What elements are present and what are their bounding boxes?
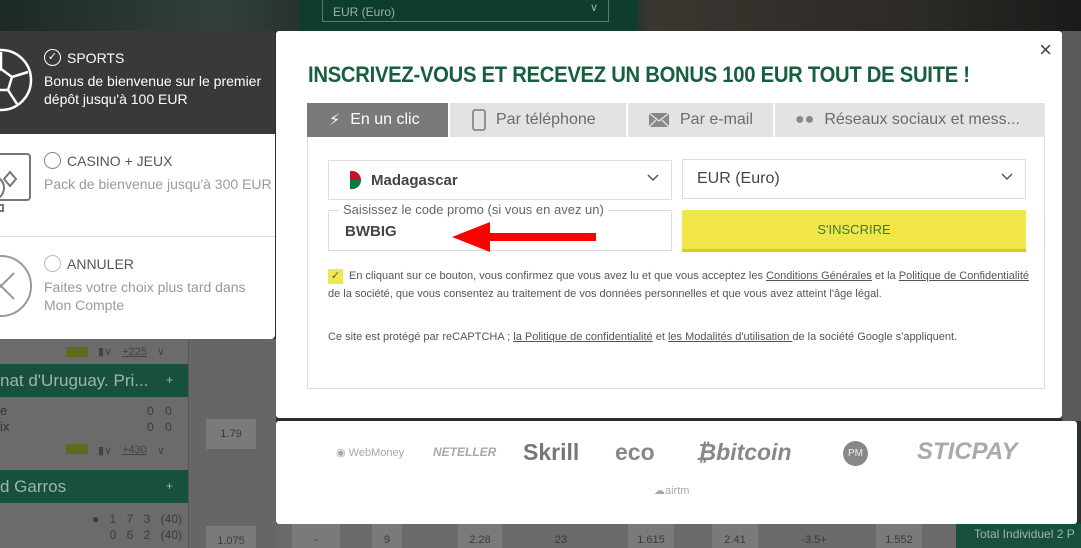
league-name: nat d'Uruguay. Pri...: [0, 371, 149, 390]
option-title: ANNULER: [67, 255, 134, 272]
background-odds-column: 1.79 1.075: [188, 339, 276, 548]
users-icon: ●●: [795, 111, 815, 128]
bitcoin-logo: ₿bitcoin: [696, 439, 792, 465]
add-icon[interactable]: +: [166, 373, 173, 387]
currency-value: EUR (Euro): [333, 5, 396, 19]
odd-cell[interactable]: 2.28: [458, 524, 502, 548]
chevron-down-icon: ∨: [589, 2, 598, 14]
payment-methods: ◉ WebMoney NETELLER Skrill eco ₿bitcoin …: [276, 421, 1077, 524]
option-title: CASINO + JEUX: [67, 152, 173, 169]
tab-one-click[interactable]: ⚡︎ En un clic: [307, 103, 448, 137]
team-1: e: [0, 403, 8, 418]
currency-value: EUR (Euro): [697, 170, 780, 187]
tab-social[interactable]: ●● Réseaux sociaux et mess...: [775, 103, 1045, 137]
registration-form: Madagascar EUR (Euro) Saisissez le code …: [307, 137, 1045, 389]
odd-cell[interactable]: 23: [536, 524, 586, 548]
background-odds-row: - 9 2.28 23 1.615 2.41 -3.5+ 1.552: [276, 524, 956, 548]
event-score: 0 00 0: [147, 404, 172, 434]
bonus-option-casino[interactable]: CASINO + JEUX Pack de bienvenue jusqu'à …: [0, 134, 275, 237]
tab-label: Par e-mail: [680, 111, 753, 128]
tennis-score: ● 1 7 3 (40) 0 6 2 (40): [91, 512, 182, 542]
close-icon[interactable]: ×: [1039, 37, 1052, 63]
airtm-logo: ☁airtm: [654, 485, 690, 497]
background-right-strip: [1062, 31, 1081, 421]
google-terms-link[interactable]: les Modalités d'utilisation: [668, 331, 792, 343]
bonus-option-sports[interactable]: ✓ SPORTS Bonus de bienvenue sur le premie…: [0, 31, 275, 134]
event-tools: ▮∨ +430 ∨: [66, 444, 165, 457]
privacy-policy-link[interactable]: Politique de Confidentialité: [899, 270, 1029, 282]
odd-cell[interactable]: 2.41: [712, 524, 758, 548]
country-value: Madagascar: [371, 171, 458, 189]
terms-text: ✓ En cliquant sur ce bouton, vous confirm…: [328, 268, 1029, 300]
stats-icon[interactable]: ▮∨: [98, 444, 112, 457]
odd-cell[interactable]: 9: [372, 524, 402, 548]
tab-label: Réseaux sociaux et mess...: [824, 111, 1020, 128]
skrill-logo: Skrill: [523, 439, 580, 465]
chevron-down-icon[interactable]: ∨: [157, 444, 165, 457]
odd-button[interactable]: 1.79: [206, 419, 256, 449]
casino-cards-icon: [0, 153, 31, 212]
radio-unchecked-icon[interactable]: [44, 152, 61, 169]
odd-cell[interactable]: 1.615: [628, 524, 674, 548]
currency-select[interactable]: EUR (Euro): [682, 159, 1026, 199]
phone-icon: [472, 109, 486, 131]
chevron-down-icon: [1001, 173, 1013, 181]
background-registration-panel: EUR (Euro) ∨: [300, 0, 638, 31]
tab-label: Par téléphone: [496, 111, 596, 128]
tab-email[interactable]: Par e-mail: [628, 103, 773, 137]
more-markets-link[interactable]: +430: [122, 444, 147, 457]
option-description: Faites votre choix plus tard dans Mon Co…: [44, 279, 246, 313]
recaptcha-notice: Ce site est protégé par reCAPTCHA ; la P…: [328, 331, 958, 343]
cancel-circle-icon: [0, 255, 32, 317]
promo-code-label: Saisissez le code promo (si vous en avez…: [339, 202, 608, 217]
lightning-icon: ⚡︎: [329, 112, 341, 129]
terms-link[interactable]: Conditions Générales: [766, 270, 872, 282]
option-description: Pack de bienvenue jusqu'à 300 EUR: [44, 176, 272, 192]
terms-checkbox[interactable]: ✓: [328, 268, 343, 284]
webmoney-logo: ◉ WebMoney: [336, 447, 405, 459]
field-icon: [66, 444, 88, 454]
odd-cell[interactable]: 1.552: [876, 524, 922, 548]
more-markets-link[interactable]: +225: [122, 346, 147, 358]
google-privacy-link[interactable]: la Politique de confidentialité: [513, 331, 652, 343]
modal-title: INSCRIVEZ-VOUS ET RECEVEZ UN BONUS 100 E…: [308, 62, 970, 87]
tab-phone[interactable]: Par téléphone: [450, 103, 626, 137]
option-title: SPORTS: [67, 49, 125, 66]
soccer-ball-icon: [0, 48, 33, 112]
perfect-money-logo: PM: [843, 441, 868, 466]
madagascar-flag-icon: [343, 171, 361, 189]
event-teams[interactable]: e ix: [0, 403, 9, 435]
odd-button[interactable]: 1.075: [206, 526, 256, 548]
field-icon: [66, 346, 88, 357]
event-tools: ▮∨ +225 ∨: [66, 345, 165, 358]
stats-icon[interactable]: ▮∨: [98, 345, 112, 358]
odd-cell[interactable]: -: [292, 524, 340, 548]
chevron-down-icon: [647, 174, 659, 182]
add-icon[interactable]: +: [166, 479, 173, 493]
eco-logo: eco: [615, 439, 655, 465]
envelope-icon: [648, 112, 670, 128]
odd-cell[interactable]: -3.5+: [786, 524, 842, 548]
register-button[interactable]: S'INSCRIRE: [682, 210, 1026, 252]
promo-code-value: BWBIG: [345, 223, 397, 240]
market-label: Total Individuel 2 P: [956, 524, 1081, 548]
check-circle-icon[interactable]: ✓: [44, 49, 61, 66]
radio-unchecked-icon[interactable]: [44, 255, 61, 272]
red-arrow-annotation: [452, 222, 596, 252]
neteller-logo: NETELLER: [433, 445, 497, 459]
country-select[interactable]: Madagascar: [328, 160, 672, 200]
registration-modal: × INSCRIVEZ-VOUS ET RECEVEZ UN BONUS 100…: [276, 31, 1062, 418]
bonus-option-cancel[interactable]: ANNULER Faites votre choix plus tard dan…: [0, 237, 275, 340]
registration-tabs: ⚡︎ En un clic Par téléphone Par e-mail ●●…: [307, 103, 1045, 137]
background-currency-select[interactable]: EUR (Euro) ∨: [322, 0, 609, 22]
sticpay-logo: STICPAY: [917, 438, 1018, 465]
chevron-down-icon[interactable]: ∨: [157, 345, 165, 358]
tab-label: En un clic: [350, 111, 420, 128]
option-description: Bonus de bienvenue sur le premier dépôt …: [44, 73, 262, 107]
league-name: d Garros: [0, 477, 67, 496]
team-2: ix: [0, 419, 10, 434]
bonus-chooser: ✓ SPORTS Bonus de bienvenue sur le premie…: [0, 31, 275, 339]
